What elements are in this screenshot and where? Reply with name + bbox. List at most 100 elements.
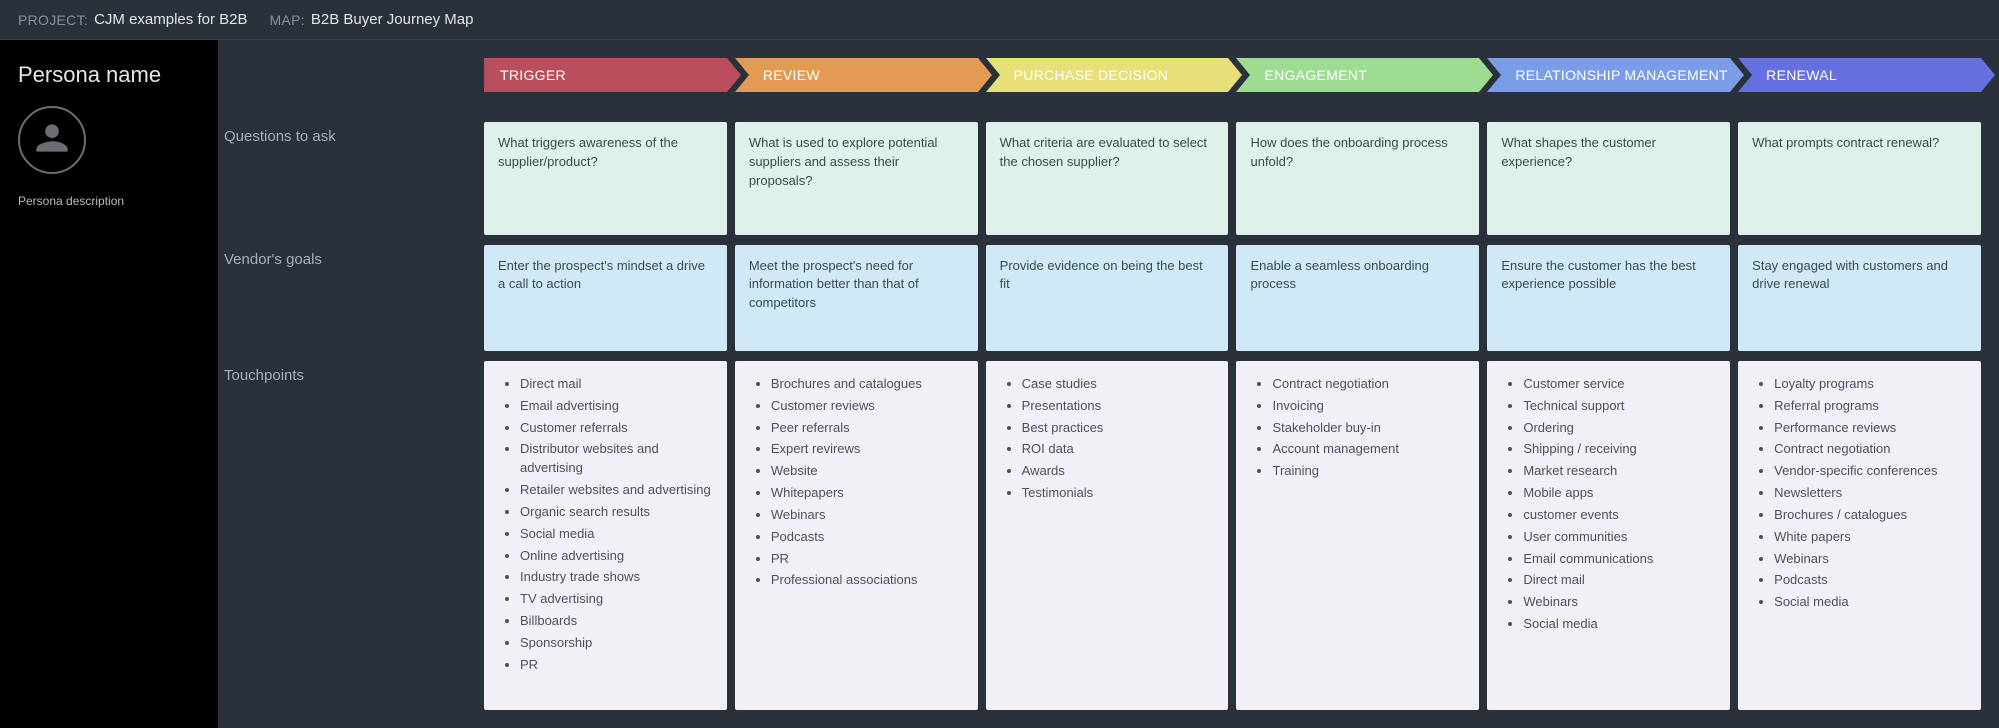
touchpoint-item: Email communications <box>1523 550 1716 569</box>
user-icon <box>33 119 71 162</box>
goal-cell: Meet the prospect's need for information… <box>735 245 978 351</box>
touchpoint-item: Referral programs <box>1774 397 1967 416</box>
touchpoint-item: Contract negotiation <box>1774 440 1967 459</box>
stage-header: PURCHASE DECISION <box>986 58 1229 92</box>
map-name: B2B Buyer Journey Map <box>311 11 474 28</box>
touchpoint-item: Professional associations <box>771 571 964 590</box>
touchpoint-item: Email advertising <box>520 397 713 416</box>
touchpoints-list: Brochures and catalogues Customer reviews… <box>749 375 964 590</box>
touchpoint-item: Social media <box>1774 593 1967 612</box>
touchpoint-item: Shipping / receiving <box>1523 440 1716 459</box>
touchpoint-item: Mobile apps <box>1523 484 1716 503</box>
touchpoint-item: Brochures / catalogues <box>1774 506 1967 525</box>
touchpoint-item: Social media <box>1523 615 1716 634</box>
touchpoints-cell: Loyalty programs Referral programs Perform… <box>1738 361 1981 710</box>
touchpoint-item: Webinars <box>1774 550 1967 569</box>
touchpoint-item: ROI data <box>1022 440 1215 459</box>
row-label-goals: Vendor's goals <box>218 245 476 351</box>
touchpoint-item: Loyalty programs <box>1774 375 1967 394</box>
touchpoints-list: Loyalty programs Referral programs Perform… <box>1752 375 1967 612</box>
touchpoint-item: Customer referrals <box>520 419 713 438</box>
touchpoint-item: Expert revirews <box>771 440 964 459</box>
touchpoint-item: Webinars <box>1523 593 1716 612</box>
journey-map: TRIGGERREVIEWPURCHASE DECISIONENGAGEMENT… <box>218 40 1999 728</box>
touchpoints-cell: Brochures and catalogues Customer reviews… <box>735 361 978 710</box>
stage-row-spacer <box>218 58 476 112</box>
touchpoint-item: Technical support <box>1523 397 1716 416</box>
touchpoint-item: Vendor-specific conferences <box>1774 462 1967 481</box>
touchpoint-item: Market research <box>1523 462 1716 481</box>
goal-cell: Enable a seamless onboarding process <box>1236 245 1479 351</box>
row-label-questions: Questions to ask <box>218 122 476 234</box>
touchpoint-item: Customer service <box>1523 375 1716 394</box>
touchpoint-item: White papers <box>1774 528 1967 547</box>
touchpoint-item: Account management <box>1272 440 1465 459</box>
touchpoint-item: Whitepapers <box>771 484 964 503</box>
touchpoint-item: Brochures and catalogues <box>771 375 964 394</box>
touchpoints-list: Case studies Presentations Best practices R… <box>1000 375 1215 503</box>
touchpoint-item: User communities <box>1523 528 1716 547</box>
touchpoint-item: Website <box>771 462 964 481</box>
touchpoint-item: Podcasts <box>771 528 964 547</box>
touchpoint-item: Performance reviews <box>1774 419 1967 438</box>
touchpoint-item: Retailer websites and advertising <box>520 481 713 500</box>
goal-cell: Enter the prospect's mindset a drive a c… <box>484 245 727 351</box>
touchpoint-item: PR <box>771 550 964 569</box>
touchpoints-list: Direct mail Email advertising Customer ref… <box>498 375 713 675</box>
goal-cell: Provide evidence on being the best fit <box>986 245 1229 351</box>
project-label: PROJECT: <box>18 12 88 28</box>
touchpoint-item: Customer reviews <box>771 397 964 416</box>
question-cell: What triggers awareness of the supplier/… <box>484 122 727 234</box>
persona-avatar <box>18 106 86 174</box>
persona-title: Persona name <box>18 62 200 88</box>
project-name: CJM examples for B2B <box>94 11 247 28</box>
stage-header: RENEWAL <box>1738 58 1981 92</box>
touchpoint-item: Organic search results <box>520 503 713 522</box>
touchpoint-item: Ordering <box>1523 419 1716 438</box>
touchpoint-item: Social media <box>520 525 713 544</box>
goal-cell: Ensure the customer has the best experie… <box>1487 245 1730 351</box>
stage-header: TRIGGER <box>484 58 727 92</box>
touchpoint-item: Distributor websites and advertising <box>520 440 713 478</box>
touchpoint-item: customer events <box>1523 506 1716 525</box>
touchpoints-cell: Case studies Presentations Best practices R… <box>986 361 1229 710</box>
touchpoint-item: Testimonials <box>1022 484 1215 503</box>
touchpoints-list: Customer service Technical support Orderin… <box>1501 375 1716 634</box>
touchpoint-item: Training <box>1272 462 1465 481</box>
persona-panel: Persona name Persona description <box>0 40 218 728</box>
top-bar: PROJECT: CJM examples for B2B MAP: B2B B… <box>0 0 1999 40</box>
touchpoint-item: Best practices <box>1022 419 1215 438</box>
touchpoints-cell: Contract negotiation Invoicing Stakeholder… <box>1236 361 1479 710</box>
stage-header: ENGAGEMENT <box>1236 58 1479 92</box>
touchpoint-item: Presentations <box>1022 397 1215 416</box>
row-label-touchpoints: Touchpoints <box>218 361 476 710</box>
goal-cell: Stay engaged with customers and drive re… <box>1738 245 1981 351</box>
touchpoint-item: Webinars <box>771 506 964 525</box>
touchpoint-item: Direct mail <box>520 375 713 394</box>
touchpoint-item: Peer referrals <box>771 419 964 438</box>
touchpoint-item: Invoicing <box>1272 397 1465 416</box>
question-cell: What is used to explore potential suppli… <box>735 122 978 234</box>
question-cell: What criteria are evaluated to select th… <box>986 122 1229 234</box>
touchpoints-list: Contract negotiation Invoicing Stakeholder… <box>1250 375 1465 481</box>
touchpoint-item: Industry trade shows <box>520 568 713 587</box>
stage-header: REVIEW <box>735 58 978 92</box>
map-label: MAP: <box>269 12 304 28</box>
touchpoints-cell: Direct mail Email advertising Customer ref… <box>484 361 727 710</box>
touchpoints-cell: Customer service Technical support Orderin… <box>1487 361 1730 710</box>
touchpoint-item: Billboards <box>520 612 713 631</box>
persona-description: Persona description <box>18 194 200 208</box>
question-cell: What shapes the customer experience? <box>1487 122 1730 234</box>
touchpoint-item: Newsletters <box>1774 484 1967 503</box>
question-cell: How does the onboarding process unfold? <box>1236 122 1479 234</box>
touchpoint-item: Case studies <box>1022 375 1215 394</box>
touchpoint-item: Stakeholder buy-in <box>1272 419 1465 438</box>
touchpoint-item: Direct mail <box>1523 571 1716 590</box>
stage-header: RELATIONSHIP MANAGEMENT <box>1487 58 1730 92</box>
touchpoint-item: Podcasts <box>1774 571 1967 590</box>
touchpoint-item: Awards <box>1022 462 1215 481</box>
touchpoint-item: Sponsorship <box>520 634 713 653</box>
touchpoint-item: PR <box>520 656 713 675</box>
touchpoint-item: Online advertising <box>520 547 713 566</box>
touchpoint-item: Contract negotiation <box>1272 375 1465 394</box>
